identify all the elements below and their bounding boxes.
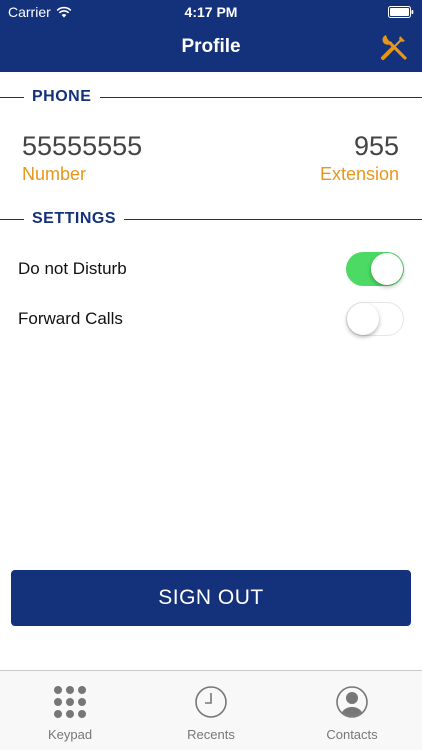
do-not-disturb-label: Do not Disturb — [18, 259, 127, 278]
do-not-disturb-toggle[interactable] — [346, 252, 404, 286]
divider — [0, 219, 24, 220]
clock-icon — [195, 686, 227, 718]
status-bar: Carrier 4:17 PM — [0, 0, 422, 24]
settings-heading-label: SETTINGS — [32, 209, 125, 229]
toggle-knob — [371, 253, 403, 285]
phone-heading-label: PHONE — [32, 87, 100, 107]
extension-label: Extension — [319, 164, 399, 184]
tab-keypad[interactable]: Keypad — [0, 671, 140, 750]
tab-recents-label: Recents — [187, 727, 235, 742]
phone-number-label: Number — [22, 164, 87, 184]
tab-bar: Keypad Recents Contacts — [0, 670, 422, 750]
header: Carrier 4:17 PM Profile — [0, 0, 422, 72]
toggle-knob — [347, 303, 379, 335]
extension-value: 955 — [353, 131, 399, 161]
contact-icon — [336, 686, 368, 718]
setting-row-forward-calls: Forward Calls — [0, 299, 422, 339]
battery-icon — [388, 6, 414, 18]
tab-contacts-label: Contacts — [326, 727, 378, 742]
forward-calls-label: Forward Calls — [18, 309, 123, 328]
tab-contacts[interactable]: Contacts — [282, 671, 422, 750]
setting-row-do-not-disturb: Do not Disturb — [0, 249, 422, 289]
status-time: 4:17 PM — [184, 4, 238, 20]
divider — [0, 97, 24, 98]
phone-section-heading: PHONE — [0, 87, 422, 107]
tools-icon[interactable] — [380, 33, 408, 61]
sign-out-button[interactable]: SIGN OUT — [11, 570, 411, 626]
phone-number-value: 55555555 — [22, 131, 143, 161]
divider — [100, 97, 422, 98]
keypad-icon — [54, 686, 86, 718]
forward-calls-toggle[interactable] — [346, 302, 404, 336]
settings-section-heading: SETTINGS — [0, 209, 422, 229]
page-title: Profile — [181, 36, 241, 57]
tab-recents[interactable]: Recents — [141, 671, 281, 750]
divider — [124, 219, 422, 220]
tab-keypad-label: Keypad — [47, 727, 93, 742]
profile-screen: Carrier 4:17 PM Profile PHONE 55555555 N… — [0, 0, 422, 750]
